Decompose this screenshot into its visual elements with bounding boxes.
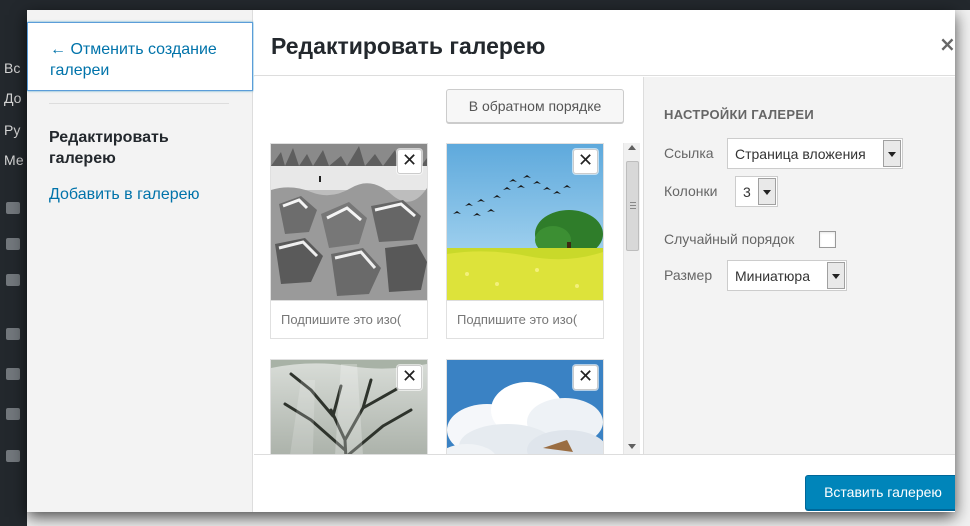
close-icon[interactable]: × <box>939 34 955 54</box>
scroll-up-arrow-icon[interactable] <box>628 145 636 150</box>
media-menu: ← Отменить создание галереи Редактироват… <box>27 10 253 512</box>
remove-attachment-icon[interactable]: ✕ <box>397 365 422 390</box>
admin-top-bar <box>0 0 970 10</box>
admin-left-menu: Вс До Ру Ме <box>0 10 27 526</box>
attachment-thumbnail[interactable]: ✕ <box>271 144 427 300</box>
random-order-setting: Случайный порядок <box>664 224 954 256</box>
link-select[interactable]: Страница вложения <box>727 138 903 169</box>
chevron-down-icon <box>883 140 901 167</box>
admin-menu-icon <box>6 274 20 286</box>
chevron-down-icon <box>758 178 776 205</box>
modal-toolbar: Вставить галерею <box>254 454 955 512</box>
media-modal: ← Отменить создание галереи Редактироват… <box>27 10 955 512</box>
modal-title-bar: Редактировать галерею × <box>254 10 955 76</box>
columns-select[interactable]: 3 <box>735 176 778 207</box>
admin-menu-text: До <box>4 90 22 106</box>
remove-attachment-icon[interactable]: ✕ <box>397 149 422 174</box>
admin-menu-text: Ме <box>4 152 24 168</box>
menu-item-edit-gallery[interactable]: Редактировать галерею <box>49 127 239 169</box>
grip-line <box>630 205 636 206</box>
size-select-value: Миниатюра <box>735 268 810 284</box>
reverse-order-button[interactable]: В обратном порядке <box>446 89 624 123</box>
size-setting: Размер Миниатюра <box>664 260 954 292</box>
admin-menu-text: Ру <box>4 122 21 138</box>
caption-input[interactable]: Подпишите это изо( <box>447 300 603 338</box>
columns-setting: Колонки 3 <box>664 176 954 208</box>
scroll-down-arrow-icon[interactable] <box>628 444 636 449</box>
gallery-attachment[interactable]: ✕ <box>270 359 428 454</box>
attachment-thumbnail[interactable]: ✕ <box>447 360 603 454</box>
link-select-value: Страница вложения <box>735 146 866 162</box>
admin-menu-icon <box>6 450 20 462</box>
random-order-label: Случайный порядок <box>664 231 795 247</box>
remove-attachment-icon[interactable]: ✕ <box>573 149 598 174</box>
random-order-checkbox[interactable] <box>819 231 836 248</box>
size-select[interactable]: Миниатюра <box>727 260 847 291</box>
gallery-attachment[interactable]: ✕ Подпишите это изо( <box>270 143 428 339</box>
columns-label: Колонки <box>664 183 718 199</box>
admin-menu-icon <box>6 202 20 214</box>
attachment-thumbnail[interactable]: ✕ <box>271 360 427 454</box>
admin-menu-icon <box>6 408 20 420</box>
settings-title: НАСТРОЙКИ ГАЛЕРЕИ <box>664 107 814 122</box>
caption-input[interactable]: Подпишите это изо( <box>271 300 427 338</box>
page-title: Редактировать галерею <box>271 33 546 59</box>
gallery-content: В обратном порядке ✕ Подпишите это изо(… <box>254 77 643 454</box>
columns-select-value: 3 <box>743 184 751 200</box>
grip-line <box>630 208 636 209</box>
menu-item-add-to-gallery[interactable]: Добавить в галерею <box>49 184 239 205</box>
insert-gallery-button[interactable]: Вставить галерею <box>805 475 955 510</box>
size-label: Размер <box>664 267 713 283</box>
remove-attachment-icon[interactable]: ✕ <box>573 365 598 390</box>
link-setting: Ссылка Страница вложения <box>664 138 954 170</box>
gallery-settings-sidebar: НАСТРОЙКИ ГАЛЕРЕИ Ссылка Страница вложен… <box>643 77 955 454</box>
scrollbar-thumb[interactable] <box>626 161 639 251</box>
admin-menu-icon <box>6 238 20 250</box>
cancel-gallery-link[interactable]: ← Отменить создание галереи <box>27 22 253 91</box>
gallery-attachment[interactable]: ✕ Подпишите это изо( <box>446 143 604 339</box>
admin-menu-icon <box>6 368 20 380</box>
chevron-down-icon <box>827 262 845 289</box>
admin-menu-icon <box>6 328 20 340</box>
link-label: Ссылка <box>664 145 714 161</box>
grip-line <box>630 202 636 203</box>
menu-separator <box>49 103 229 104</box>
attachment-thumbnail[interactable]: ✕ <box>447 144 603 300</box>
gallery-attachment[interactable]: ✕ <box>446 359 604 454</box>
admin-menu-text: Вс <box>4 60 21 76</box>
gallery-scrollbar[interactable] <box>623 143 640 454</box>
